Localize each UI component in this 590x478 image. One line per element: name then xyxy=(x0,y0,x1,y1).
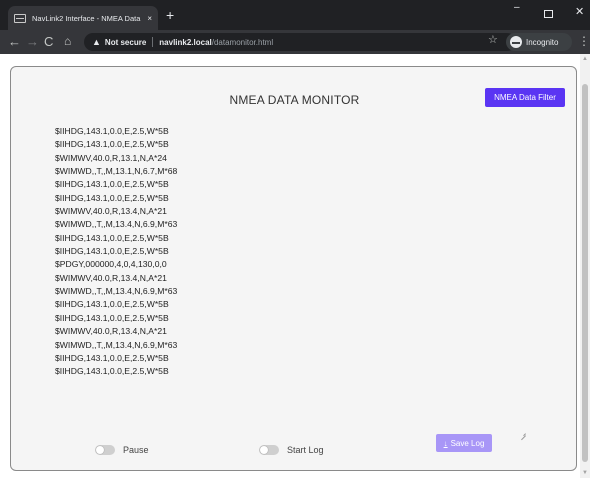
window-minimize-button[interactable]: – xyxy=(514,2,520,13)
log-line: $WIMWD,,T,,M,13.4,N,6.9,M*63 xyxy=(55,219,178,230)
pause-control: Pause xyxy=(95,441,149,459)
forward-icon[interactable]: → xyxy=(26,34,39,49)
url-path[interactable]: /datamonitor.html xyxy=(212,38,273,47)
nmea-log-lines: $IIHDG,143.1,0.0,E,2.5,W*5B $IIHDG,143.1,… xyxy=(55,125,525,379)
log-line: $IIHDG,143.1,0.0,E,2.5,W*5B xyxy=(55,179,169,190)
new-tab-button[interactable]: + xyxy=(166,6,174,24)
incognito-profile-button[interactable]: Incognito xyxy=(506,33,572,51)
save-log-button[interactable]: ↓ Save Log xyxy=(436,434,492,452)
log-line: $WIMWV,40.0,R,13.1,N,A*24 xyxy=(55,152,167,163)
log-line: $IIHDG,143.1,0.0,E,2.5,W*5B xyxy=(55,352,169,363)
browser-tab-strip: NavLink2 Interface - NMEA Data × + – ✕ xyxy=(0,0,590,30)
resize-handle-icon[interactable] xyxy=(519,429,527,437)
url-separator xyxy=(152,37,154,47)
tab-title: NavLink2 Interface - NMEA Data xyxy=(32,13,141,23)
tab-close-icon[interactable]: × xyxy=(147,14,152,23)
download-icon: ↓ xyxy=(443,438,448,448)
log-line: $IIHDG,143.1,0.0,E,2.5,W*5B xyxy=(55,299,169,310)
scroll-down-icon[interactable]: ▼ xyxy=(582,470,588,476)
window-close-button[interactable]: ✕ xyxy=(575,5,584,18)
log-line: $IIHDG,143.1,0.0,E,2.5,W*5B xyxy=(55,246,169,257)
bookmark-star-icon[interactable]: ☆ xyxy=(488,33,498,46)
toggle-knob xyxy=(260,446,268,454)
page-viewport: NMEA DATA MONITOR NMEA Data Filter $IIHD… xyxy=(0,54,590,478)
nmea-monitor-card: NMEA DATA MONITOR NMEA Data Filter $IIHD… xyxy=(10,66,577,471)
url-host[interactable]: navlink2.local xyxy=(159,38,211,47)
warning-icon[interactable]: ▲ xyxy=(92,37,101,47)
pause-toggle[interactable] xyxy=(95,445,115,455)
nmea-log-textarea[interactable]: $IIHDG,143.1,0.0,E,2.5,W*5B $IIHDG,143.1,… xyxy=(55,125,525,435)
incognito-icon xyxy=(510,36,522,48)
log-line: $PDGY,000000,4,0,4,130,0,0 xyxy=(55,259,167,270)
log-line: $WIMWD,,T,,M,13.1,N,6.7,M*68 xyxy=(55,166,178,177)
log-line: $IIHDG,143.1,0.0,E,2.5,W*5B xyxy=(55,232,169,243)
security-status[interactable]: Not secure xyxy=(105,38,146,47)
start-log-toggle[interactable] xyxy=(259,445,279,455)
log-line: $WIMWV,40.0,R,13.4,N,A*21 xyxy=(55,272,167,283)
log-line: $WIMWV,40.0,R,13.4,N,A*21 xyxy=(55,326,167,337)
nmea-data-filter-button[interactable]: NMEA Data Filter xyxy=(485,88,565,107)
scroll-up-icon[interactable]: ▲ xyxy=(582,56,588,62)
log-line: $IIHDG,143.1,0.0,E,2.5,W*5B xyxy=(55,192,169,203)
scroll-thumb[interactable] xyxy=(582,84,588,462)
address-bar[interactable]: ▲ Not secure navlink2.local /datamonitor… xyxy=(84,33,516,51)
page-scrollbar[interactable]: ▲ ▼ xyxy=(580,54,590,478)
browser-toolbar: ← → C ⌂ ▲ Not secure navlink2.local /dat… xyxy=(0,30,590,54)
window-maximize-button[interactable] xyxy=(544,10,553,18)
pause-label: Pause xyxy=(123,445,149,455)
log-line: $WIMWV,40.0,R,13.4,N,A*21 xyxy=(55,206,167,217)
toggle-knob xyxy=(96,446,104,454)
browser-tab[interactable]: NavLink2 Interface - NMEA Data × xyxy=(8,6,158,30)
browser-menu-icon[interactable]: ⋮ xyxy=(578,34,590,48)
log-line: $WIMWD,,T,,M,13.4,N,6.9,M*63 xyxy=(55,286,178,297)
start-log-control: Start Log xyxy=(259,441,324,459)
log-line: $IIHDG,143.1,0.0,E,2.5,W*5B xyxy=(55,366,169,377)
home-icon[interactable]: ⌂ xyxy=(64,34,71,49)
back-icon[interactable]: ← xyxy=(8,34,21,49)
reload-icon[interactable]: C xyxy=(44,34,53,49)
log-line: $IIHDG,143.1,0.0,E,2.5,W*5B xyxy=(55,312,169,323)
start-log-label: Start Log xyxy=(287,445,324,455)
incognito-label: Incognito xyxy=(526,37,559,47)
log-line: $IIHDG,143.1,0.0,E,2.5,W*5B xyxy=(55,139,169,150)
save-log-label: Save Log xyxy=(450,438,485,448)
page-favicon-icon xyxy=(14,13,26,23)
log-line: $WIMWD,,T,,M,13.4,N,6.9,M*63 xyxy=(55,339,178,350)
log-line: $IIHDG,143.1,0.0,E,2.5,W*5B xyxy=(55,126,169,136)
